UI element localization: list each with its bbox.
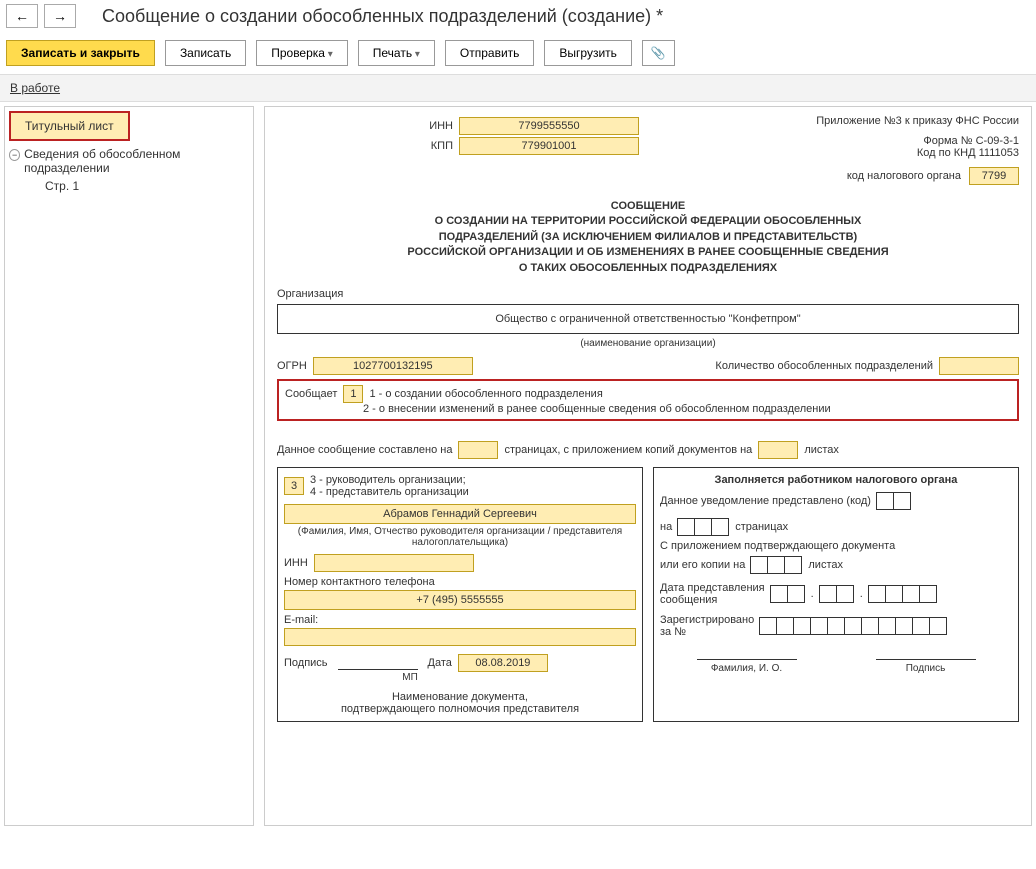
right-pages-label: страницах [735,521,788,533]
right-sign-line [876,646,976,660]
units-count-field[interactable] [939,357,1019,375]
status-link[interactable]: В работе [10,81,60,95]
attachment-note: Приложение №3 к приказу ФНС России [816,115,1019,127]
right-date-l1: Дата представления [660,582,765,594]
doc-confirm-l2: подтверждающего полномочия представителя [284,703,636,715]
sidebar: Титульный лист − Сведения об обособленно… [4,106,254,826]
inn2-label: ИНН [284,557,308,569]
check-button[interactable]: Проверка [256,40,348,66]
inn-field[interactable]: 7799555550 [459,117,639,135]
fio-field[interactable]: Абрамов Геннадий Сергеевич [284,504,636,524]
collapse-icon[interactable]: − [9,149,20,161]
report-opt1: 1 - о создании обособленного подразделен… [369,388,602,400]
tree-details[interactable]: − Сведения об обособленном подразделении [9,147,249,175]
sign-line [338,656,418,670]
print-button[interactable]: Печать [358,40,435,66]
left-column: 3 3 - руководитель организации; 4 - пред… [277,467,643,722]
page-title: Сообщение о создании обособленных подраз… [102,6,663,27]
date-cells-m [820,585,854,603]
org-name-field[interactable]: Общество с ограниченной ответственностью… [277,304,1019,334]
document-area: ИНН 7799555550 КПП 779901001 Приложение … [264,106,1032,826]
heading-l1: СООБЩЕНИЕ [277,199,1019,214]
tree-title-page[interactable]: Титульный лист [9,111,130,141]
ogrn-label: ОГРН [277,360,307,372]
save-button[interactable]: Записать [165,40,246,66]
fio-sub: (Фамилия, Имя, Отчество руководителя орг… [284,526,636,548]
org-label: Организация [277,288,1019,300]
units-count-label: Количество обособленных подразделений [715,360,933,372]
pages-count-field[interactable] [458,441,498,459]
right-reg-l1: Зарегистрировано [660,614,754,626]
doc-confirm-l1: Наименование документа, [284,691,636,703]
org-sub-label: (наименование организации) [277,338,1019,349]
heading-l2: О СОЗДАНИИ НА ТЕРРИТОРИИ РОССИЙСКОЙ ФЕДЕ… [277,214,1019,229]
sign-label: Подпись [284,657,328,669]
export-button[interactable]: Выгрузить [544,40,632,66]
right-fio-line [697,646,797,660]
reports-label: Сообщает [285,388,337,400]
right-reg-l2: за № [660,626,754,638]
save-close-button[interactable]: Записать и закрыть [6,40,155,66]
send-button[interactable]: Отправить [445,40,535,66]
heading-l4: РОССИЙСКОЙ ОРГАНИЗАЦИИ И ОБ ИЗМЕНЕНИЯХ В… [277,245,1019,260]
presented-code-cells [877,492,911,510]
heading-l5: О ТАКИХ ОБОСОБЛЕННЫХ ПОДРАЗДЕЛЕНИЯХ [277,261,1019,276]
right-copy-label: или его копии на [660,559,745,571]
pages-cells [678,518,729,536]
sheets-cells [751,556,802,574]
kpp-field[interactable]: 779901001 [459,137,639,155]
right-presented-label: Данное уведомление представлено (код) [660,495,871,507]
inn-label: ИНН [417,120,453,132]
right-on-label: на [660,521,672,533]
tree-page-1[interactable]: Стр. 1 [9,175,249,197]
kpp-label: КПП [417,140,453,152]
right-sheets-label: листах [808,559,843,571]
phone-field[interactable]: +7 (495) 5555555 [284,590,636,610]
right-column: Заполняется работником налогового органа… [653,467,1019,722]
signer-code-field[interactable]: 3 [284,477,304,495]
knd-code: Код по КНД 1111053 [816,147,1019,159]
attach-count-field[interactable] [758,441,798,459]
inn2-field[interactable] [314,554,474,572]
reports-code-field[interactable]: 1 [343,385,363,403]
reg-cells [760,617,947,635]
right-sign-label: Подпись [872,663,980,674]
tree-details-label: Сведения об обособленном подразделении [24,147,249,175]
tax-code-label: код налогового органа [847,170,961,182]
date-field[interactable]: 08.08.2019 [458,654,548,672]
document-heading: СООБЩЕНИЕ О СОЗДАНИИ НА ТЕРРИТОРИИ РОССИ… [277,199,1019,276]
pages-line-3: листах [804,444,839,456]
right-attach-label: С приложением подтверждающего документа [660,540,1012,552]
report-opt2: 2 - о внесении изменений в ранее сообщен… [363,403,1011,415]
pages-line-1: Данное сообщение составлено на [277,444,452,456]
attach-button[interactable]: 📎 [642,40,675,66]
signer-opt3: 3 - руководитель организации; [310,474,469,486]
date-cells-d [771,585,805,603]
phone-label: Номер контактного телефона [284,576,636,588]
pages-line-2: страницах, с приложением копий документо… [504,444,752,456]
forward-button[interactable]: → [44,4,76,28]
signer-opt4: 4 - представитель организации [310,486,469,498]
tax-code-field[interactable]: 7799 [969,167,1019,185]
doc-confirm: Наименование документа, подтверждающего … [284,691,636,715]
email-label: E-mail: [284,614,636,626]
heading-l3: ПОДРАЗДЕЛЕНИЙ (ЗА ИСКЛЮЧЕНИЕМ ФИЛИАЛОВ И… [277,230,1019,245]
date-label: Дата [428,657,452,669]
right-fio-label: Фамилия, И. О. [693,663,801,674]
back-button[interactable]: ← [6,4,38,28]
mp-label: МП [264,672,636,683]
right-date-l2: сообщения [660,594,765,606]
right-title: Заполняется работником налогового органа [660,474,1012,486]
reports-frame: Сообщает 1 1 - о создании обособленного … [277,379,1019,421]
ogrn-field[interactable]: 1027700132195 [313,357,473,375]
form-number: Форма № С-09-3-1 [816,135,1019,147]
date-cells-y [869,585,937,603]
email-field[interactable] [284,628,636,646]
